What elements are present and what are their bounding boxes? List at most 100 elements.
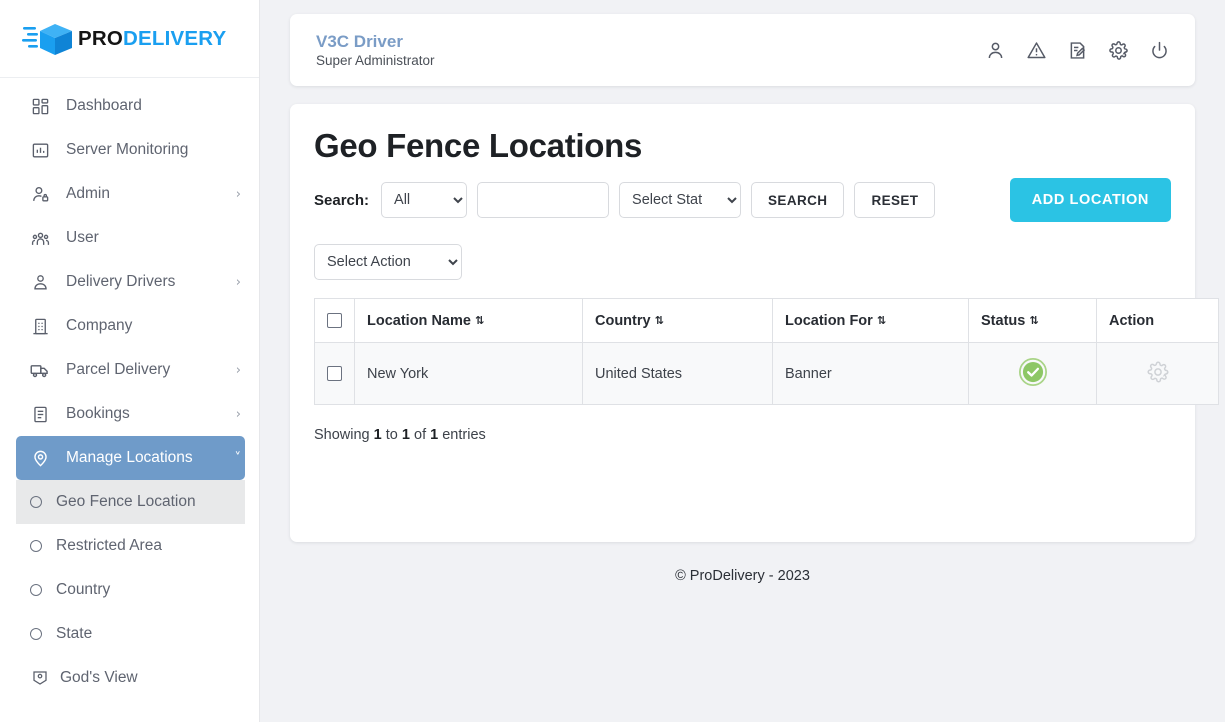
sidebar-subitem-gods-view[interactable]: God's View (16, 656, 245, 700)
sidebar-subitem-restricted-area[interactable]: Restricted Area (16, 524, 245, 568)
building-icon (28, 314, 52, 338)
sidebar-item-admin[interactable]: Admin › (16, 172, 245, 216)
cell-country: United States (582, 342, 773, 406)
sidebar-nav: Dashboard Server Monitoring Admin › User… (0, 78, 259, 722)
sidebar-item-label: Manage Locations (66, 449, 193, 466)
table-header-country[interactable]: Country ⇅ (582, 298, 773, 344)
column-label: Location Name (367, 312, 471, 329)
sidebar-item-manage-locations[interactable]: Manage Locations ˅ (16, 436, 245, 480)
bulk-action-select[interactable]: Select Action (314, 244, 462, 281)
settings-gear-icon[interactable] (1106, 38, 1130, 62)
showing-entries: Showing 1 to 1 of 1 entries (314, 427, 1171, 443)
locations-table: Location Name ⇅ Country ⇅ Location For ⇅ St… (314, 298, 1219, 406)
search-label: Search: (314, 191, 370, 209)
chevron-down-icon: ˅ (234, 450, 242, 466)
filter-toolbar: Search: All Select Status SEARCH RESET A… (314, 178, 1171, 223)
select-all-checkbox[interactable] (327, 313, 342, 329)
table-header-row: Location Name ⇅ Country ⇅ Location For ⇅ St… (314, 298, 1219, 344)
sidebar: PRODELIVERY Dashboard Server Monitoring … (0, 0, 260, 722)
sort-icon[interactable]: ⇅ (475, 314, 484, 327)
reset-button[interactable]: RESET (854, 182, 936, 219)
map-pin-icon (28, 446, 52, 470)
showing-total: 1 (430, 427, 439, 444)
sidebar-item-user[interactable]: User (16, 216, 245, 260)
profile-icon[interactable] (983, 38, 1007, 62)
brand-delivery: DELIVERY (123, 26, 227, 50)
power-logout-icon[interactable] (1147, 38, 1171, 62)
status-filter-select[interactable]: Select Status (619, 182, 742, 219)
table-header-select-all (314, 298, 355, 344)
topbar-user-block: V3C Driver Super Administrator (316, 31, 983, 70)
sidebar-item-label: Dashboard (66, 97, 142, 114)
sort-icon[interactable]: ⇅ (877, 314, 886, 327)
showing-mid: to (385, 427, 398, 444)
table-header-action: Action (1096, 298, 1219, 344)
user-lock-icon (28, 182, 52, 206)
table-header-location-name[interactable]: Location Name ⇅ (354, 298, 583, 344)
chevron-right-icon: › (235, 406, 241, 422)
table-header-location-for[interactable]: Location For ⇅ (772, 298, 969, 344)
search-input[interactable] (477, 182, 610, 219)
row-settings-gear-icon[interactable] (1146, 360, 1170, 384)
column-label: Action (1109, 312, 1155, 329)
sidebar-item-label: User (66, 229, 99, 246)
showing-suffix: entries (442, 427, 486, 444)
table-header-status[interactable]: Status ⇅ (968, 298, 1097, 344)
cell-action (1096, 342, 1219, 406)
sidebar-item-parcel-delivery[interactable]: Parcel Delivery › (16, 348, 245, 392)
sidebar-subitem-label: Geo Fence Location (56, 493, 196, 510)
chevron-right-icon: › (235, 362, 241, 378)
chevron-right-icon: › (235, 274, 241, 290)
brand-logo[interactable]: PRODELIVERY (0, 0, 259, 78)
showing-of: of (414, 427, 427, 444)
cell-location-for: Banner (772, 342, 969, 406)
sidebar-item-bookings[interactable]: Bookings › (16, 392, 245, 436)
sidebar-subitem-label: Country (56, 581, 111, 598)
table-body: New York United States Banner (314, 342, 1219, 406)
sidebar-subitem-country[interactable]: Country (16, 568, 245, 612)
topbar-icon-group (983, 38, 1171, 62)
sidebar-subitem-geo-fence-location[interactable]: Geo Fence Location (16, 480, 245, 524)
sidebar-item-dashboard[interactable]: Dashboard (16, 84, 245, 128)
search-button[interactable]: SEARCH (751, 182, 845, 219)
alert-triangle-icon[interactable] (1024, 38, 1048, 62)
user-role: Super Administrator (316, 52, 435, 68)
edit-document-icon[interactable] (1065, 38, 1089, 62)
sidebar-subitem-label: Restricted Area (56, 537, 162, 554)
delivery-box-icon (22, 19, 76, 59)
sidebar-item-company[interactable]: Company (16, 304, 245, 348)
users-group-icon (28, 226, 52, 250)
sidebar-item-label: Admin (66, 185, 110, 202)
sidebar-subitem-label: State (56, 625, 93, 642)
search-scope-select[interactable]: All (381, 182, 468, 219)
sidebar-item-label: Company (66, 317, 133, 334)
geo-fence-card: Geo Fence Locations Search: All Select S… (290, 104, 1219, 542)
dashboard-grid-icon (28, 94, 52, 118)
row-select-cell (314, 342, 355, 406)
sidebar-subitem-state[interactable]: State (16, 612, 245, 656)
cell-status (968, 342, 1097, 406)
cell-location-name: New York (354, 342, 583, 406)
radio-circle-icon (30, 628, 42, 640)
brand-pro: PRO (78, 26, 124, 50)
sort-icon[interactable]: ⇅ (655, 314, 664, 327)
radio-circle-icon (30, 540, 42, 552)
footer-copyright: © ProDelivery - 2023 (675, 568, 810, 584)
page-title: Geo Fence Locations (314, 127, 643, 164)
sidebar-item-label: Server Monitoring (66, 141, 189, 158)
sidebar-item-server-monitoring[interactable]: Server Monitoring (16, 128, 245, 172)
user-name: V3C Driver (316, 31, 403, 51)
status-badge[interactable] (1018, 357, 1047, 386)
add-location-button[interactable]: ADD LOCATION (1009, 178, 1171, 223)
sidebar-subitem-label: God's View (60, 669, 138, 686)
showing-prefix: Showing (314, 427, 370, 444)
sidebar-item-delivery-drivers[interactable]: Delivery Drivers › (16, 260, 245, 304)
sort-icon[interactable]: ⇅ (1029, 314, 1038, 327)
clipboard-list-icon (28, 402, 52, 426)
showing-to: 1 (401, 427, 410, 444)
row-checkbox[interactable] (327, 366, 342, 382)
sidebar-item-label: Parcel Delivery (66, 361, 171, 378)
radio-circle-icon (30, 584, 42, 596)
table-row: New York United States Banner (314, 342, 1219, 406)
map-location-icon (30, 668, 50, 688)
